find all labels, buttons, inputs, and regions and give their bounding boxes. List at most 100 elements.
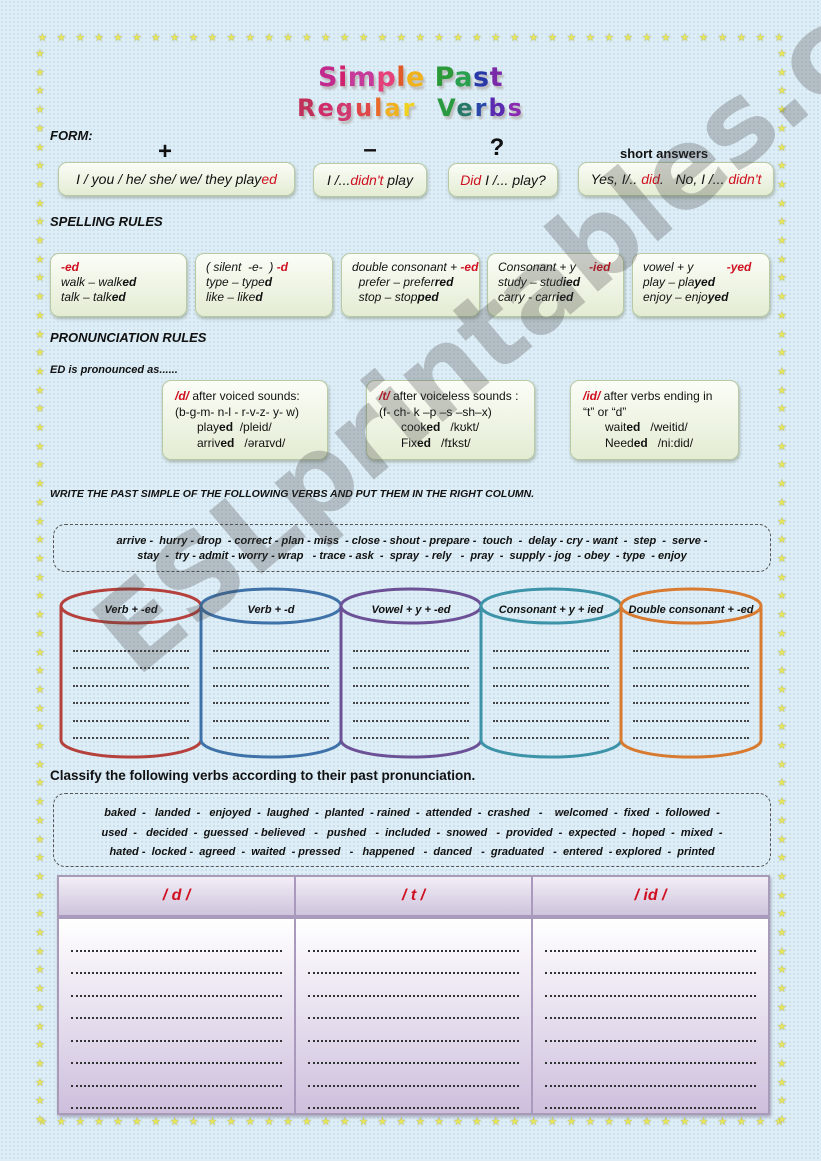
answer-line[interactable]	[493, 722, 609, 739]
answer-line[interactable]	[71, 1042, 282, 1064]
cylinder-column: Double consonant + -ed	[621, 592, 761, 752]
answer-line[interactable]	[633, 722, 749, 739]
star-icon: ★	[35, 889, 45, 902]
star-icon: ★	[777, 814, 787, 827]
verb-list-line-1: baked - landed - enjoyed - laughed - pla…	[104, 807, 720, 819]
answer-line[interactable]	[633, 704, 749, 722]
star-icon: ★	[679, 1116, 690, 1128]
answer-line[interactable]	[213, 704, 329, 722]
answer-line[interactable]	[71, 952, 282, 974]
star-icon: ★	[755, 1116, 766, 1128]
answer-line[interactable]	[73, 704, 189, 722]
answer-line[interactable]	[353, 669, 469, 687]
answer-line[interactable]	[308, 1087, 519, 1109]
star-icon: ★	[35, 814, 45, 827]
answer-line[interactable]	[353, 722, 469, 739]
answer-line[interactable]	[213, 669, 329, 687]
star-icon: ★	[35, 1001, 45, 1014]
star-icon: ★	[777, 889, 787, 902]
answer-line[interactable]	[545, 929, 756, 952]
star-icon: ★	[777, 1076, 787, 1089]
answer-line[interactable]	[633, 687, 749, 704]
star-icon: ★	[35, 927, 45, 940]
answer-line[interactable]	[73, 634, 189, 652]
answer-line[interactable]	[545, 997, 756, 1019]
answer-line[interactable]	[308, 1019, 519, 1042]
star-border-bottom: ★ ★ ★ ★ ★ ★ ★ ★ ★ ★ ★ ★ ★ ★ ★ ★ ★ ★ ★ ★ ★ ★ ★ ★ ★ ★ ★ ★ ★ ★ ★ ★ ★ ★ ★ ★ ★ ★ ★ ★	[33, 1117, 789, 1128]
star-icon: ★	[35, 983, 45, 996]
star-icon: ★	[717, 1116, 728, 1128]
answer-line[interactable]	[308, 952, 519, 974]
star-icon: ★	[113, 1116, 123, 1128]
star-icon: ★	[339, 1116, 350, 1128]
cylinder-column: Vowel + y + -ed	[341, 592, 481, 752]
answer-line[interactable]	[493, 634, 609, 652]
star-icon: ★	[777, 852, 787, 865]
answer-line[interactable]	[545, 1064, 756, 1087]
table-column	[296, 919, 533, 1113]
answer-line[interactable]	[308, 1064, 519, 1087]
answer-line[interactable]	[213, 722, 329, 739]
cylinder-column: Verb + -d	[201, 592, 341, 752]
star-icon: ★	[777, 1020, 787, 1033]
answer-line[interactable]	[213, 687, 329, 704]
star-icon: ★	[283, 1116, 293, 1128]
star-icon: ★	[75, 1116, 86, 1128]
answer-line[interactable]	[353, 652, 469, 669]
verb-list-line-3: hated - locked - agreed - waited - press…	[109, 846, 715, 858]
answer-line[interactable]	[493, 687, 609, 704]
answer-line[interactable]	[353, 704, 469, 722]
star-icon: ★	[207, 1116, 218, 1128]
pronunciation-table: / d / / t / / id /	[57, 875, 770, 1115]
answer-line[interactable]	[493, 704, 609, 722]
star-icon: ★	[131, 1116, 142, 1128]
answer-line[interactable]	[545, 1019, 756, 1042]
answer-line[interactable]	[71, 997, 282, 1019]
cylinder-column: Consonant + y + ied	[481, 592, 621, 752]
answer-line[interactable]	[353, 634, 469, 652]
answer-line[interactable]	[545, 952, 756, 974]
column-header-d: / d /	[59, 877, 296, 915]
answer-line[interactable]	[545, 1042, 756, 1064]
star-icon: ★	[35, 1057, 45, 1070]
answer-line[interactable]	[545, 1087, 756, 1109]
answer-line[interactable]	[633, 634, 749, 652]
star-icon: ★	[35, 1095, 45, 1108]
star-icon: ★	[35, 1020, 45, 1033]
answer-line[interactable]	[73, 669, 189, 687]
star-icon: ★	[415, 1116, 426, 1128]
exercise2-verb-list: baked - landed - enjoyed - laughed - pla…	[53, 793, 771, 867]
star-icon: ★	[453, 1116, 463, 1128]
answer-line[interactable]	[71, 1064, 282, 1087]
answer-line[interactable]	[353, 687, 469, 704]
table-column	[59, 919, 296, 1113]
answer-line[interactable]	[545, 974, 756, 997]
answer-line[interactable]	[308, 997, 519, 1019]
star-icon: ★	[396, 1116, 407, 1128]
star-icon: ★	[698, 1116, 709, 1128]
cylinder-label: Consonant + y + ied	[498, 604, 604, 616]
star-icon: ★	[35, 908, 45, 921]
answer-line[interactable]	[308, 974, 519, 997]
star-icon: ★	[358, 1116, 369, 1128]
star-icon: ★	[777, 908, 787, 921]
answer-line[interactable]	[213, 634, 329, 652]
answer-line[interactable]	[633, 652, 749, 669]
answer-line[interactable]	[308, 929, 519, 952]
answer-line[interactable]	[493, 669, 609, 687]
answer-line[interactable]	[493, 652, 609, 669]
answer-line[interactable]	[73, 652, 189, 669]
star-icon: ★	[35, 945, 45, 958]
answer-line[interactable]	[308, 1042, 519, 1064]
cylinder-label: Verb + -ed	[104, 604, 158, 616]
answer-line[interactable]	[71, 974, 282, 997]
answer-line[interactable]	[73, 687, 189, 704]
answer-line[interactable]	[633, 669, 749, 687]
answer-line[interactable]	[213, 652, 329, 669]
answer-line[interactable]	[71, 1087, 282, 1109]
answer-line[interactable]	[73, 722, 189, 739]
answer-line[interactable]	[71, 1019, 282, 1042]
star-icon: ★	[35, 870, 45, 883]
answer-line[interactable]	[71, 929, 282, 952]
star-icon: ★	[169, 1116, 180, 1128]
